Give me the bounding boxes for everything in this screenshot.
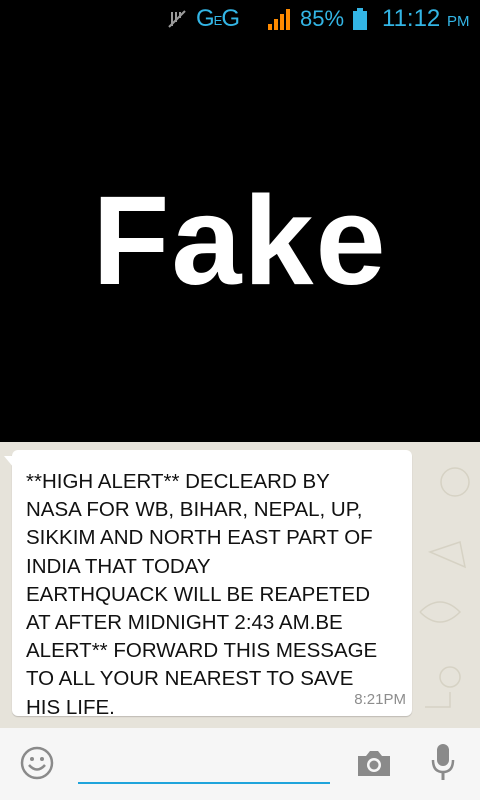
message-bubble-tail: [4, 456, 14, 468]
battery-icon: [353, 8, 367, 30]
message-text: **HIGH ALERT** DECLEARD BY NASA FOR WB, …: [26, 470, 378, 719]
shared-image[interactable]: Fake: [0, 38, 480, 442]
image-caption: Fake: [92, 170, 388, 311]
microphone-icon[interactable]: [430, 742, 456, 782]
network-sup: E: [213, 13, 223, 28]
message-bubble[interactable]: **HIGH ALERT** DECLEARD BY NASA FOR WB, …: [12, 450, 412, 719]
message-time: 8:21PM: [354, 691, 406, 708]
camera-icon[interactable]: [356, 748, 392, 778]
message-input-bar: [0, 728, 480, 800]
clock-time: 11:12: [382, 5, 441, 32]
emoji-icon[interactable]: [20, 746, 54, 780]
network-label-2: G: [221, 5, 240, 32]
clock: 11:12 PM: [382, 6, 469, 35]
chat-area: **HIGH ALERT** DECLEARD BY NASA FOR WB, …: [0, 442, 480, 728]
mute-icon: [168, 10, 186, 28]
clock-ampm: PM: [446, 13, 470, 30]
signal-icon: [268, 9, 290, 30]
message-input[interactable]: [78, 738, 330, 784]
battery-percent: 85%: [300, 6, 345, 31]
network-type-indicator: GEG: [196, 5, 240, 32]
network-label: G: [196, 5, 215, 32]
status-bar: GEG 85% 11:12 PM: [0, 0, 480, 38]
